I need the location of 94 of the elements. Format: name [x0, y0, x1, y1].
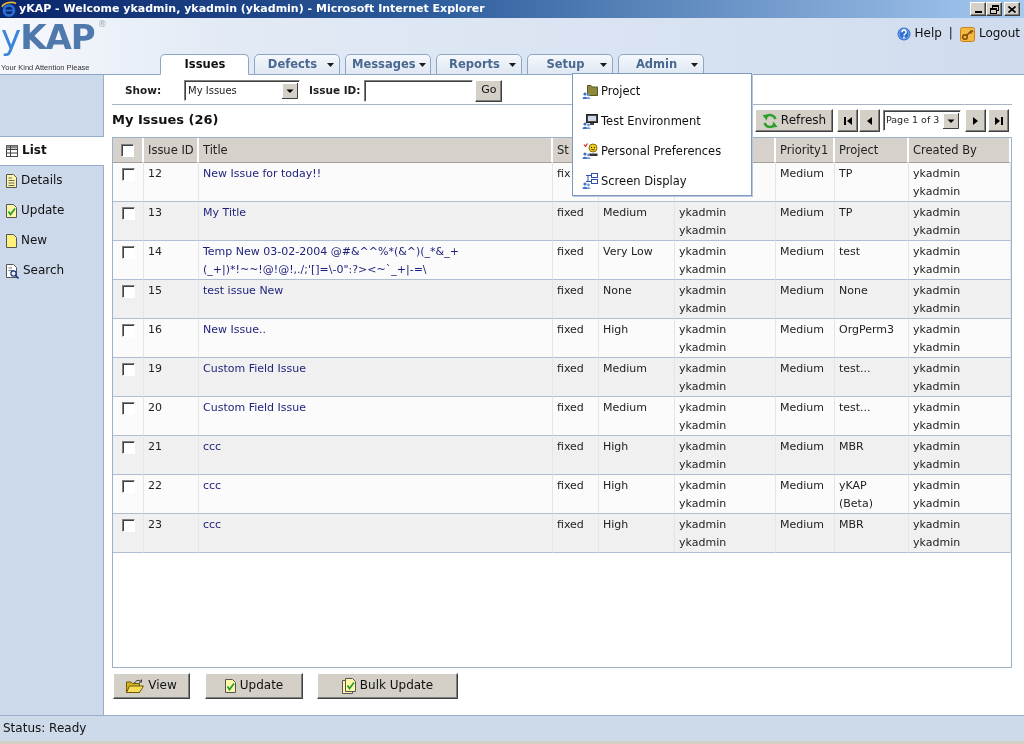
field-label: Show: [125, 83, 163, 98]
grid-icon [6, 145, 18, 157]
table-cell: fixed [553, 514, 599, 553]
refresh-icon [761, 112, 778, 129]
table-cell: ykadmin ykadmin [909, 514, 1011, 553]
last-page-icon [994, 116, 1003, 125]
close-icon [1008, 5, 1016, 13]
document-icon [6, 174, 17, 188]
checkbox[interactable] [121, 207, 135, 220]
checkbox[interactable] [121, 480, 135, 493]
bulk-update-button[interactable]: Bulk Update [317, 673, 458, 699]
refresh-button[interactable]: Refresh [755, 109, 833, 132]
menu-item[interactable]: Project [573, 76, 751, 106]
help-link[interactable]: Help [914, 26, 942, 42]
first-page-icon [843, 116, 852, 125]
checkbox[interactable] [121, 168, 135, 181]
issue-id-field[interactable] [364, 79, 474, 102]
restore-button[interactable] [986, 2, 1002, 16]
sidebar-item[interactable]: List [0, 136, 104, 166]
title-link[interactable]: ccc [203, 438, 548, 456]
minimize-icon [974, 11, 982, 13]
tab[interactable]: Defects [254, 54, 340, 75]
sidebar-item[interactable]: New [0, 226, 103, 256]
title-link[interactable]: ccc [203, 516, 548, 534]
window-title: yKAP - Welcome ykadmin, ykadmin (ykadmin) - Microsoft Internet Explorer [19, 1, 485, 17]
list-heading: My Issues (26) [112, 112, 219, 129]
layout-people-icon [582, 173, 598, 189]
tab[interactable]: Setup [527, 54, 613, 75]
close-button[interactable] [1004, 2, 1020, 16]
smiley-person-icon [582, 143, 598, 159]
title-link[interactable]: Custom Field Issue [203, 360, 548, 378]
document-magnifier-icon [6, 263, 19, 279]
dropdown-arrow-icon [943, 112, 959, 129]
title-link[interactable]: My Title [203, 204, 548, 222]
key-icon [959, 26, 975, 42]
previous-icon [867, 116, 872, 125]
show-select[interactable]: My Issues [184, 80, 300, 101]
title-link[interactable]: test issue New [203, 282, 548, 300]
next-page-button[interactable] [965, 109, 986, 132]
table-cell: MBR [835, 514, 909, 553]
checkbox[interactable] [121, 246, 135, 259]
title-link[interactable]: New Issue.. [203, 321, 548, 339]
title-link[interactable]: ccc [203, 477, 548, 495]
table-cell: 23 [144, 514, 199, 553]
checkbox[interactable] [121, 324, 135, 337]
update-button[interactable]: Update [205, 673, 303, 699]
last-page-button[interactable] [988, 109, 1009, 132]
help-icon [896, 27, 911, 41]
field-label: Issue ID: [309, 83, 361, 98]
view-button[interactable]: View [113, 673, 190, 699]
column-header: Title [199, 138, 553, 163]
status-bar: Status: Ready [0, 715, 1024, 744]
minimize-button[interactable] [970, 2, 986, 16]
column-header: Issue ID [144, 138, 199, 163]
checkbox[interactable] [121, 519, 135, 532]
checkbox[interactable] [121, 402, 135, 415]
separator: | [948, 26, 953, 42]
title-link[interactable]: New Issue for today!! [203, 165, 548, 183]
column-header: Created By [909, 138, 1011, 163]
first-page-button[interactable] [837, 109, 858, 132]
checkbox[interactable] [121, 285, 135, 298]
go-button[interactable]: Go [475, 79, 503, 102]
tab[interactable]: Issues [160, 54, 249, 75]
browser-icon [1, 1, 17, 17]
table-cell: Medium [776, 514, 835, 553]
blank-page-icon [6, 234, 17, 248]
document-check-icon [6, 204, 17, 218]
page-select[interactable]: Page 1 of 3 [883, 110, 961, 131]
open-folder-icon [126, 679, 145, 693]
column-header: Project [835, 138, 909, 163]
sidebar-item[interactable]: Details [0, 166, 103, 196]
checkbox[interactable] [121, 441, 135, 454]
document-check-icon [224, 679, 236, 693]
logo: yKAP$^{®}$ [1, 18, 106, 56]
table-cell: ykadmin ykadmin [675, 514, 776, 553]
dropdown-arrow-icon [282, 82, 298, 99]
stacked-documents-icon [341, 678, 356, 694]
tab[interactable]: Admin [618, 54, 704, 75]
monitor-people-icon [582, 113, 598, 129]
logout-link[interactable]: Logout [978, 26, 1020, 42]
previous-page-button[interactable] [859, 109, 880, 132]
tab[interactable]: Messages [345, 54, 431, 75]
sidebar-item[interactable]: Search [0, 256, 103, 286]
checkbox[interactable] [121, 363, 135, 376]
next-icon [973, 116, 978, 125]
sidebar-item[interactable]: Update [0, 196, 103, 226]
tab[interactable]: Reports [436, 54, 522, 75]
menu-item[interactable]: Test Environment [573, 106, 751, 136]
restore-icon [989, 4, 999, 14]
checkbox[interactable] [121, 143, 134, 157]
folder-people-icon [582, 83, 598, 99]
table-cell: High [599, 514, 675, 553]
title-link[interactable]: Custom Field Issue [203, 399, 548, 417]
column-header: Priority1 [776, 138, 835, 163]
